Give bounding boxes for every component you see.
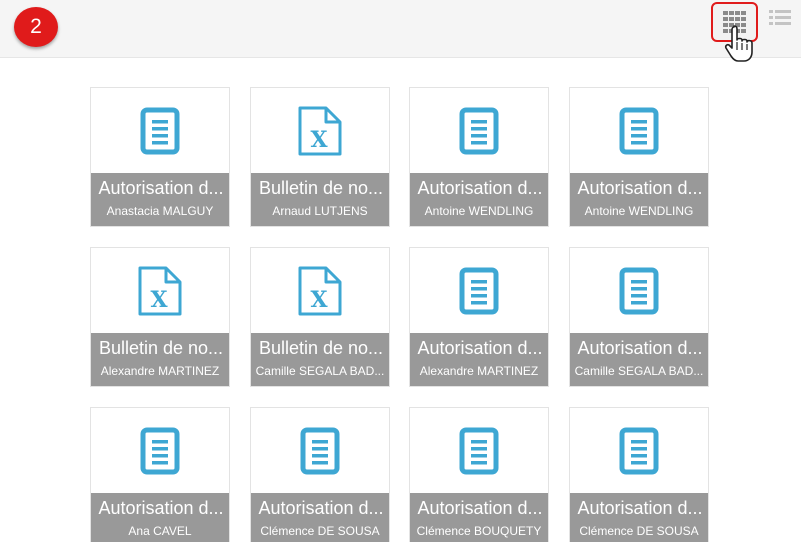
document-owner: Anastacia MALGUY: [106, 204, 214, 218]
document-icon: [91, 408, 229, 493]
document-caption: Bulletin de no... Arnaud LUTJENS: [251, 173, 389, 226]
document-title: Bulletin de no...: [258, 338, 384, 358]
document-owner: Antoine WENDLING: [424, 204, 534, 218]
document-caption: Autorisation d... Alexandre MARTINEZ: [410, 333, 548, 386]
document-title: Autorisation d...: [577, 178, 703, 198]
document-icon: [410, 408, 548, 493]
excel-file-icon: X: [251, 88, 389, 173]
document-icon: [251, 408, 389, 493]
document-title: Bulletin de no...: [98, 338, 224, 358]
document-owner: Clémence BOUQUETY: [416, 524, 542, 538]
document-tile[interactable]: Autorisation d... Camille SEGALA BAD...: [569, 247, 709, 387]
document-title: Bulletin de no...: [258, 178, 384, 198]
grid-view-icon: [722, 11, 746, 33]
document-tile[interactable]: Autorisation d... Clémence BOUQUETY: [409, 407, 549, 542]
grid-view-button[interactable]: [711, 2, 758, 42]
document-caption: Autorisation d... Anastacia MALGUY: [91, 173, 229, 226]
document-caption: Bulletin de no... Alexandre MARTINEZ: [91, 333, 229, 386]
document-tile[interactable]: Autorisation d... Antoine WENDLING: [569, 87, 709, 227]
document-owner: Camille SEGALA BAD...: [574, 364, 704, 378]
document-tile[interactable]: X Bulletin de no... Camille SEGALA BAD...: [250, 247, 390, 387]
document-icon: [570, 88, 708, 173]
document-owner: Alexandre MARTINEZ: [100, 364, 220, 378]
document-caption: Autorisation d... Clémence DE SOUSA: [251, 493, 389, 542]
document-tile[interactable]: Autorisation d... Clémence DE SOUSA: [250, 407, 390, 542]
document-caption: Autorisation d... Clémence BOUQUETY: [410, 493, 548, 542]
document-tile[interactable]: Autorisation d... Clémence DE SOUSA: [569, 407, 709, 542]
document-tile[interactable]: Autorisation d... Antoine WENDLING: [409, 87, 549, 227]
document-title: Autorisation d...: [417, 338, 543, 358]
document-owner: Antoine WENDLING: [584, 204, 694, 218]
document-owner: Alexandre MARTINEZ: [419, 364, 539, 378]
document-tile[interactable]: Autorisation d... Alexandre MARTINEZ: [409, 247, 549, 387]
document-caption: Autorisation d... Clémence DE SOUSA: [570, 493, 708, 542]
toolbar: 2: [0, 0, 801, 58]
document-tile[interactable]: X Bulletin de no... Alexandre MARTINEZ: [90, 247, 230, 387]
document-title: Autorisation d...: [98, 498, 224, 518]
document-title: Autorisation d...: [417, 498, 543, 518]
document-title: Autorisation d...: [258, 498, 384, 518]
document-owner: Arnaud LUTJENS: [272, 204, 368, 218]
document-icon: [570, 408, 708, 493]
excel-file-icon: X: [251, 248, 389, 333]
document-tile[interactable]: X Bulletin de no... Arnaud LUTJENS: [250, 87, 390, 227]
document-owner: Clémence DE SOUSA: [260, 524, 380, 538]
svg-text:X: X: [310, 127, 328, 153]
document-caption: Autorisation d... Camille SEGALA BAD...: [570, 333, 708, 386]
document-title: Autorisation d...: [417, 178, 543, 198]
document-title: Autorisation d...: [98, 178, 224, 198]
document-caption: Autorisation d... Ana CAVEL: [91, 493, 229, 542]
document-caption: Autorisation d... Antoine WENDLING: [570, 173, 708, 226]
document-caption: Bulletin de no... Camille SEGALA BAD...: [251, 333, 389, 386]
document-title: Autorisation d...: [577, 498, 703, 518]
document-tile[interactable]: Autorisation d... Ana CAVEL: [90, 407, 230, 542]
document-owner: Ana CAVEL: [128, 524, 192, 538]
document-icon: [91, 88, 229, 173]
svg-text:X: X: [310, 287, 328, 313]
document-icon: [410, 248, 548, 333]
document-owner: Clémence DE SOUSA: [579, 524, 699, 538]
document-owner: Camille SEGALA BAD...: [255, 364, 385, 378]
document-tile[interactable]: Autorisation d... Anastacia MALGUY: [90, 87, 230, 227]
document-title: Autorisation d...: [577, 338, 703, 358]
step-badge: 2: [14, 7, 58, 47]
excel-file-icon: X: [91, 248, 229, 333]
list-view-button[interactable]: [766, 4, 794, 32]
document-caption: Autorisation d... Antoine WENDLING: [410, 173, 548, 226]
document-icon: [570, 248, 708, 333]
document-icon: [410, 88, 548, 173]
svg-text:X: X: [150, 287, 168, 313]
list-view-icon: [769, 10, 791, 25]
